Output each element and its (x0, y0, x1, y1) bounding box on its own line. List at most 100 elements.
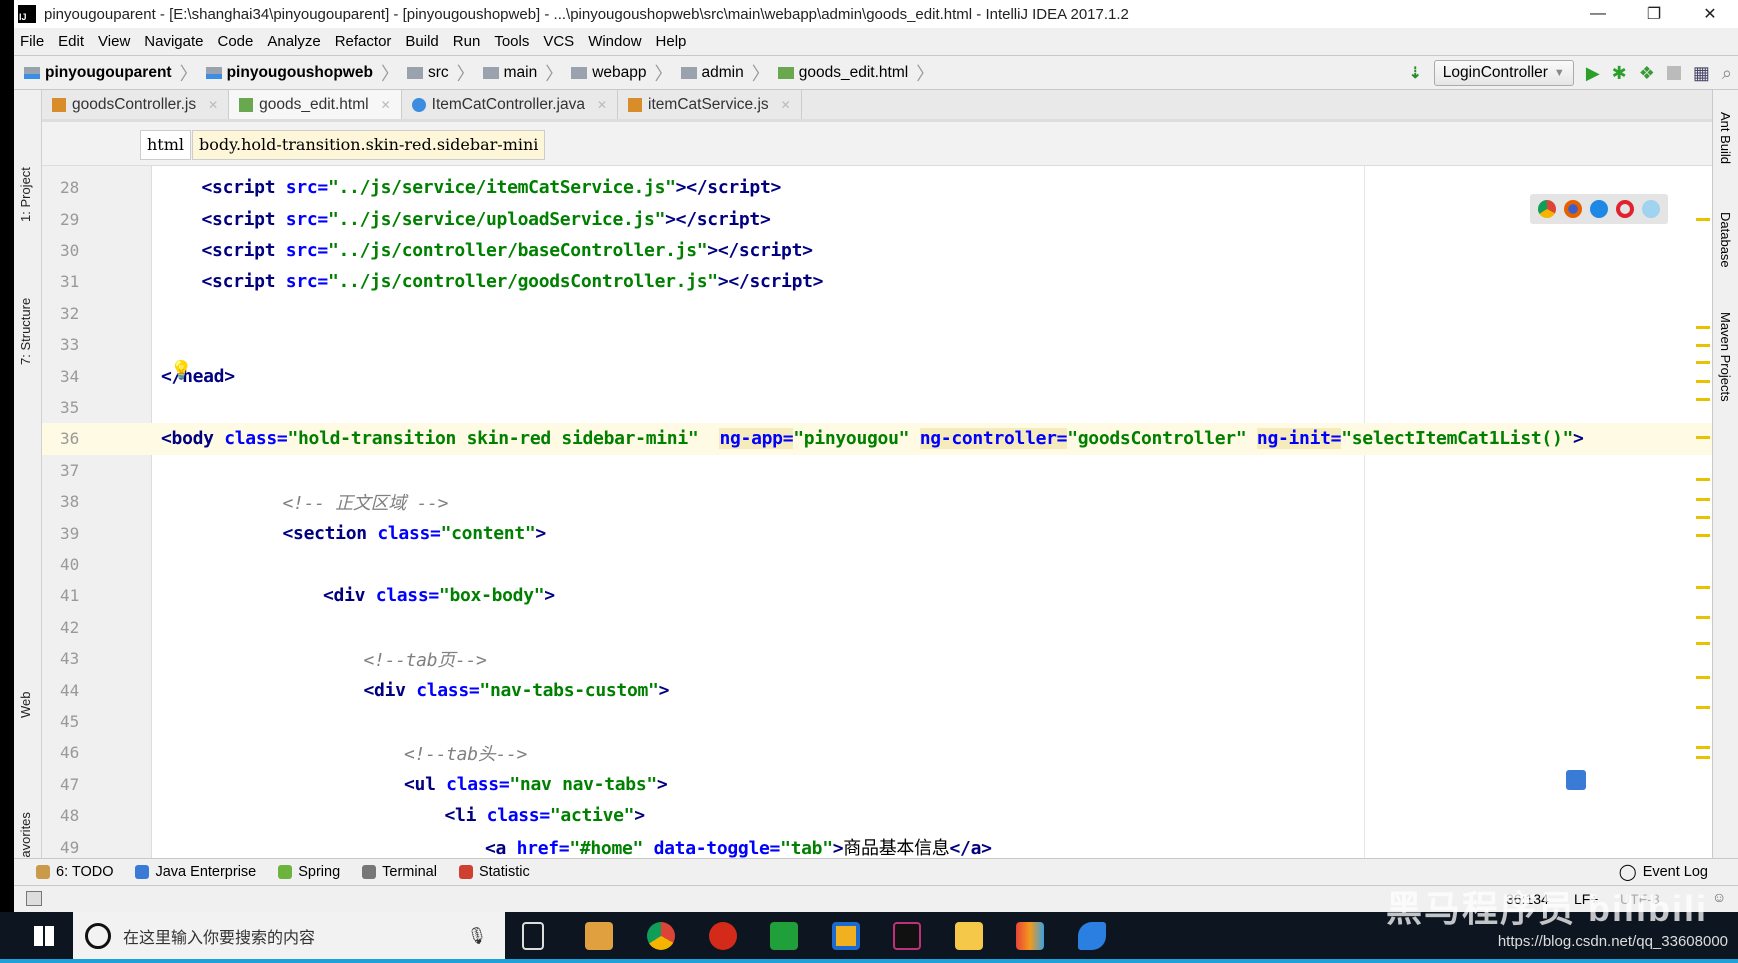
code-line[interactable]: 34 </head> (42, 360, 1712, 391)
breadcrumb-item[interactable]: pinyougouparent 〉 (20, 60, 202, 86)
code-line[interactable]: 47 <ul class="nav nav-tabs"> (42, 769, 1712, 800)
menu-window[interactable]: Window (582, 33, 649, 50)
run-icon[interactable]: ▶ (1586, 63, 1600, 84)
firefox-icon[interactable] (1564, 200, 1582, 218)
code-line[interactable]: 32 (42, 298, 1712, 329)
close-tab-icon[interactable]: ✕ (208, 98, 218, 112)
menu-code[interactable]: Code (211, 33, 261, 50)
code-line[interactable]: 43 <!--tab页--> (42, 643, 1712, 674)
warning-mark[interactable] (1696, 642, 1710, 645)
opera-icon[interactable] (1616, 200, 1634, 218)
breadcrumb-item[interactable]: pinyougoushopweb 〉 (202, 60, 403, 86)
error-stripe[interactable] (1696, 166, 1712, 858)
code-line[interactable]: 46 <!--tab头--> (42, 737, 1712, 768)
tab-goods-edit-html[interactable]: goods_edit.html ✕ (229, 90, 402, 119)
tag-crumb-html[interactable]: html (140, 130, 192, 160)
left-tool-structure[interactable]: 7: Structure (18, 298, 33, 365)
right-tool-maven-projects[interactable]: Maven Projects (1718, 312, 1733, 402)
code-line[interactable]: 45 (42, 706, 1712, 737)
debug-icon[interactable]: ✱ (1612, 63, 1627, 84)
warning-mark[interactable] (1696, 516, 1710, 519)
menu-help[interactable]: Help (650, 33, 695, 50)
menu-navigate[interactable]: Navigate (138, 33, 211, 50)
lightbulb-icon[interactable]: 💡 (170, 360, 192, 381)
code-line[interactable]: 41 <div class="box-body"> (42, 580, 1712, 611)
code-line[interactable]: 38 <!-- 正文区域 --> (42, 486, 1712, 517)
file-explorer-icon[interactable] (955, 922, 983, 950)
app-icon-tools[interactable] (585, 922, 613, 950)
code-line[interactable]: 31 <script src="../js/controller/goodsCon… (42, 266, 1712, 297)
taskbar-search[interactable]: 在这里输入你要搜索的内容 🎙 (73, 912, 505, 959)
minimize-button[interactable]: — (1570, 0, 1626, 28)
menu-edit[interactable]: Edit (52, 33, 92, 50)
warning-mark[interactable] (1696, 756, 1710, 759)
menu-view[interactable]: View (92, 33, 138, 50)
microphone-icon[interactable]: 🎙 (467, 926, 487, 946)
tool-windows-toggle-icon[interactable] (26, 891, 42, 906)
code-line[interactable]: 36 <body class="hold-transition skin-red … (42, 423, 1712, 455)
app-icon-vm[interactable] (832, 922, 860, 950)
tag-crumb-body[interactable]: body.hold-transition.skin-red.sidebar-mi… (192, 130, 546, 160)
warning-mark[interactable] (1696, 380, 1710, 383)
warning-mark[interactable] (1696, 616, 1710, 619)
warning-mark[interactable] (1696, 436, 1710, 439)
intellij-taskbar-icon[interactable] (893, 922, 921, 950)
code-line[interactable]: 29 <script src="../js/service/uploadServi… (42, 203, 1712, 234)
app-icon-green[interactable] (770, 922, 798, 950)
tool-javaenterprise[interactable]: Java Enterprise (135, 864, 256, 880)
code-line[interactable]: 35 (42, 392, 1712, 423)
close-button[interactable]: ✕ (1682, 0, 1738, 28)
code-line[interactable]: 42 (42, 612, 1712, 643)
tab-itemcatcontroller-java[interactable]: ItemCatController.java ✕ (402, 90, 619, 119)
code-line[interactable]: 33 (42, 329, 1712, 360)
menu-file[interactable]: File (14, 33, 52, 50)
project-structure-icon[interactable]: ▦ (1693, 63, 1710, 84)
warning-mark[interactable] (1696, 676, 1710, 679)
code-line[interactable]: 30 <script src="../js/controller/baseCont… (42, 235, 1712, 266)
warning-mark[interactable] (1696, 534, 1710, 537)
menu-run[interactable]: Run (447, 33, 489, 50)
left-tool-web[interactable]: Web (18, 692, 33, 719)
inspector-icon[interactable]: ☺ (1712, 889, 1726, 905)
breadcrumb-item[interactable]: main 〉 (479, 60, 568, 86)
run-config-select[interactable]: LoginController ▼ (1433, 60, 1574, 86)
event-log-button[interactable]: ◯ Event Log (1619, 862, 1708, 882)
code-line[interactable]: 40 (42, 549, 1712, 580)
search-icon[interactable]: ⌕ (1722, 63, 1732, 84)
warning-mark[interactable] (1696, 398, 1710, 401)
coverage-icon[interactable]: ❖ (1639, 63, 1655, 84)
warning-mark[interactable] (1696, 326, 1710, 329)
breadcrumb-item[interactable]: goods_edit.html 〉 (774, 60, 938, 86)
close-tab-icon[interactable]: ✕ (597, 98, 607, 112)
code-line[interactable]: 39 <section class="content"> (42, 517, 1712, 548)
code-line[interactable]: 28 <script src="../js/service/itemCatServ… (42, 172, 1712, 203)
app-icon-red[interactable] (709, 922, 737, 950)
build-sort-icon[interactable]: ⇣ (1409, 64, 1422, 83)
warning-mark[interactable] (1696, 746, 1710, 749)
warning-mark[interactable] (1696, 344, 1710, 347)
pdf-app-icon[interactable] (1016, 922, 1044, 950)
code-line[interactable]: 49 <a href="#home" data-toggle="tab">商品基本… (42, 831, 1712, 858)
right-tool-database[interactable]: Database (1718, 212, 1733, 268)
warning-mark[interactable] (1696, 361, 1710, 364)
warning-mark[interactable] (1696, 498, 1710, 501)
tab-goodscontroller-js[interactable]: goodsController.js ✕ (42, 90, 230, 119)
close-tab-icon[interactable]: ✕ (381, 98, 391, 112)
dolphin-app-icon[interactable] (1078, 922, 1106, 950)
tool-terminal[interactable]: Terminal (362, 864, 437, 880)
warning-mark[interactable] (1696, 586, 1710, 589)
warning-mark[interactable] (1696, 706, 1710, 709)
close-tab-icon[interactable]: ✕ (781, 98, 791, 112)
windows-start-icon[interactable] (34, 926, 54, 946)
chrome-taskbar-icon[interactable] (647, 922, 675, 950)
chrome-icon[interactable] (1538, 200, 1556, 218)
warning-mark[interactable] (1696, 218, 1710, 221)
ie-icon[interactable] (1642, 200, 1660, 218)
code-editor[interactable]: html body.hold-transition.skin-red.sideb… (42, 122, 1712, 858)
menu-refactor[interactable]: Refactor (329, 33, 400, 50)
code-line[interactable]: 37 (42, 455, 1712, 486)
safari-icon[interactable] (1590, 200, 1608, 218)
breadcrumb-item[interactable]: admin 〉 (677, 60, 774, 86)
tool-spring[interactable]: Spring (278, 864, 340, 880)
tool-statistic[interactable]: Statistic (458, 864, 530, 880)
